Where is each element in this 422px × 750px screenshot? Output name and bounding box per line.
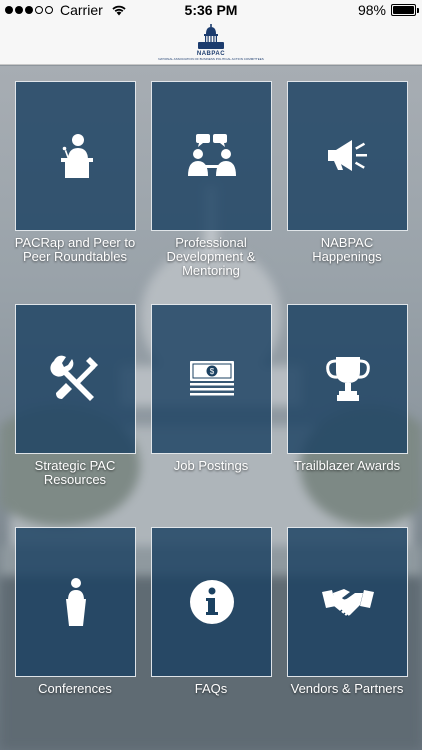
money-stack-icon: $ bbox=[189, 361, 234, 396]
presenter-podium-icon bbox=[60, 134, 93, 178]
status-bar: Carrier 5:36 PM 98% bbox=[0, 0, 422, 20]
tile-job-postings[interactable]: $ bbox=[151, 304, 272, 454]
tile-faqs[interactable] bbox=[151, 527, 272, 677]
caption-vendors-partners[interactable]: Vendors & Partners bbox=[277, 682, 417, 696]
tile-pacrap-roundtables[interactable] bbox=[15, 81, 136, 231]
tools-icon bbox=[49, 355, 98, 401]
logo-subtitle: NATIONAL ASSOCIATION OF BUSINESS POLITIC… bbox=[158, 56, 264, 61]
tile-professional-development[interactable] bbox=[151, 81, 272, 231]
lectern-icon bbox=[65, 578, 86, 626]
capitol-dome-icon bbox=[198, 23, 224, 49]
battery-percent: 98% bbox=[357, 2, 386, 18]
battery-icon bbox=[391, 4, 419, 16]
caption-nabpac-happenings[interactable]: NABPAC Happenings bbox=[277, 236, 417, 264]
info-icon bbox=[189, 580, 234, 624]
tile-conferences[interactable] bbox=[15, 527, 136, 677]
handshake-icon bbox=[321, 589, 374, 618]
tile-trailblazer-awards[interactable] bbox=[287, 304, 408, 454]
tile-vendors-partners[interactable] bbox=[287, 527, 408, 677]
status-right: 98% bbox=[357, 2, 419, 18]
caption-strategic-pac-resources[interactable]: Strategic PAC Resources bbox=[5, 459, 145, 487]
caption-job-postings[interactable]: Job Postings bbox=[141, 459, 281, 473]
caption-pacrap[interactable]: PACRap and Peer to Peer Roundtables bbox=[5, 236, 145, 264]
caption-professional-development[interactable]: Professional Development & Mentoring bbox=[141, 236, 281, 278]
tile-nabpac-happenings[interactable] bbox=[287, 81, 408, 231]
svg-text:$: $ bbox=[209, 367, 214, 376]
caption-trailblazer-awards[interactable]: Trailblazer Awards bbox=[277, 459, 417, 473]
megaphone-icon bbox=[327, 140, 367, 171]
trophy-icon bbox=[325, 357, 370, 401]
app-header: NABPAC NATIONAL ASSOCIATION OF BUSINESS … bbox=[0, 20, 422, 65]
menu-grid: $ PACRap and Peer to Peer Roundtables Pr… bbox=[0, 66, 422, 750]
caption-faqs[interactable]: FAQs bbox=[141, 682, 281, 696]
tile-strategic-pac-resources[interactable] bbox=[15, 304, 136, 454]
caption-conferences[interactable]: Conferences bbox=[5, 682, 145, 696]
people-talking-icon bbox=[187, 134, 236, 176]
